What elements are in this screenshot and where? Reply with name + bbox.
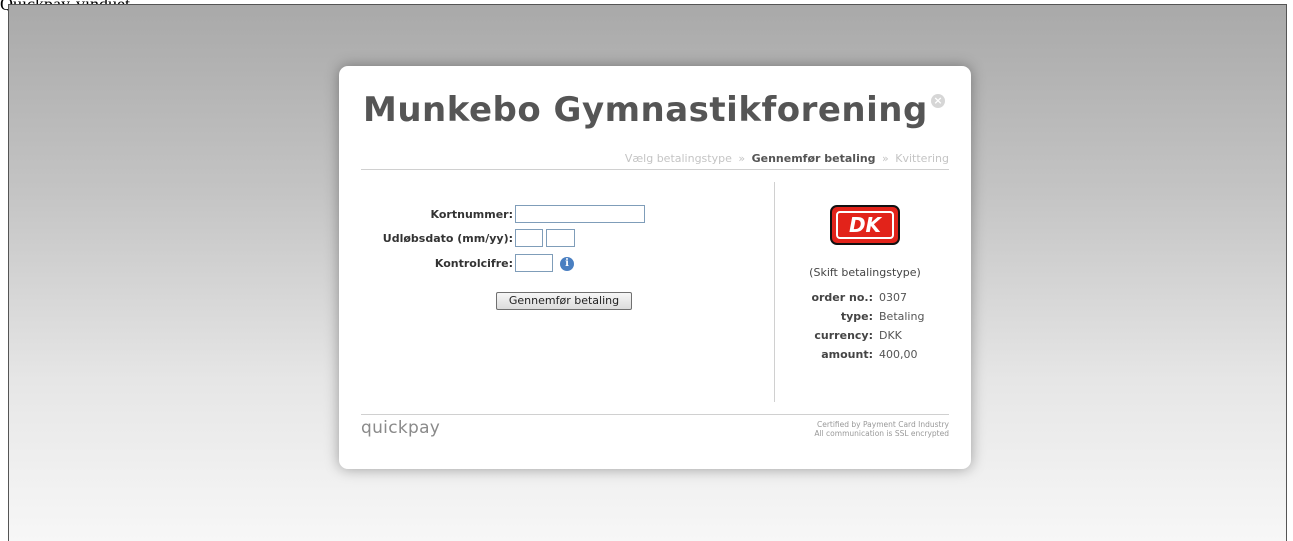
expiry-row: Udløbsdato (mm/yy): [339, 229, 513, 251]
detail-currency: currency: DKK [759, 329, 999, 345]
cert-line: Certified by Payment Card Industry [816, 420, 949, 429]
detail-key: order no.: [811, 291, 873, 304]
footer-divider [361, 414, 949, 415]
step-receipt: Kvittering [895, 152, 949, 165]
expiry-label: Udløbsdato (mm/yy): [382, 232, 513, 245]
card-number-label: Kortnummer: [430, 208, 513, 221]
detail-value: DKK [879, 329, 902, 342]
detail-amount: amount: 400,00 [759, 348, 999, 364]
info-icon[interactable]: i [560, 257, 574, 271]
card-number-input[interactable] [515, 205, 645, 223]
change-payment-type-link[interactable]: (Skift betalingstype) [809, 266, 921, 279]
payment-dialog: × Munkebo Gymnastikforening Vælg betalin… [339, 66, 971, 469]
detail-type: type: Betaling [759, 310, 999, 326]
quickpay-logo: quickpay [361, 418, 441, 438]
breadcrumb: Vælg betalingstype » Gennemfør betaling … [625, 152, 949, 165]
detail-key: amount: [821, 348, 873, 361]
merchant-title: Munkebo Gymnastikforening [363, 90, 928, 130]
cvc-row: Kontrolcifre: [339, 254, 513, 276]
expiry-year-input[interactable] [546, 229, 575, 247]
step-separator: » [738, 152, 746, 165]
step-select-payment-type: Vælg betalingstype [624, 152, 732, 165]
step-complete-payment: Gennemfør betaling [751, 152, 876, 165]
detail-value: 0307 [879, 291, 907, 304]
certification-note: Certified by Payment Card Industry All c… [814, 420, 949, 438]
close-icon[interactable]: × [931, 94, 945, 108]
cert-line: All communication is SSL encrypted [814, 429, 949, 438]
dankort-logo-text: DK [836, 211, 894, 239]
dankort-logo: DK [830, 205, 900, 245]
card-number-row: Kortnummer: [339, 205, 513, 227]
detail-key: type: [840, 310, 873, 323]
detail-order-no: order no.: 0307 [759, 291, 999, 307]
submit-payment-button[interactable]: Gennemfør betaling [496, 292, 632, 310]
detail-key: currency: [814, 329, 873, 342]
browser-viewport: × Munkebo Gymnastikforening Vælg betalin… [8, 4, 1287, 541]
expiry-month-input[interactable] [515, 229, 543, 247]
detail-value: Betaling [879, 310, 925, 323]
cvc-label: Kontrolcifre: [434, 257, 513, 270]
divider [361, 169, 949, 170]
cvc-input[interactable] [515, 254, 553, 272]
step-separator: » [882, 152, 889, 165]
detail-value: 400,00 [879, 348, 918, 361]
